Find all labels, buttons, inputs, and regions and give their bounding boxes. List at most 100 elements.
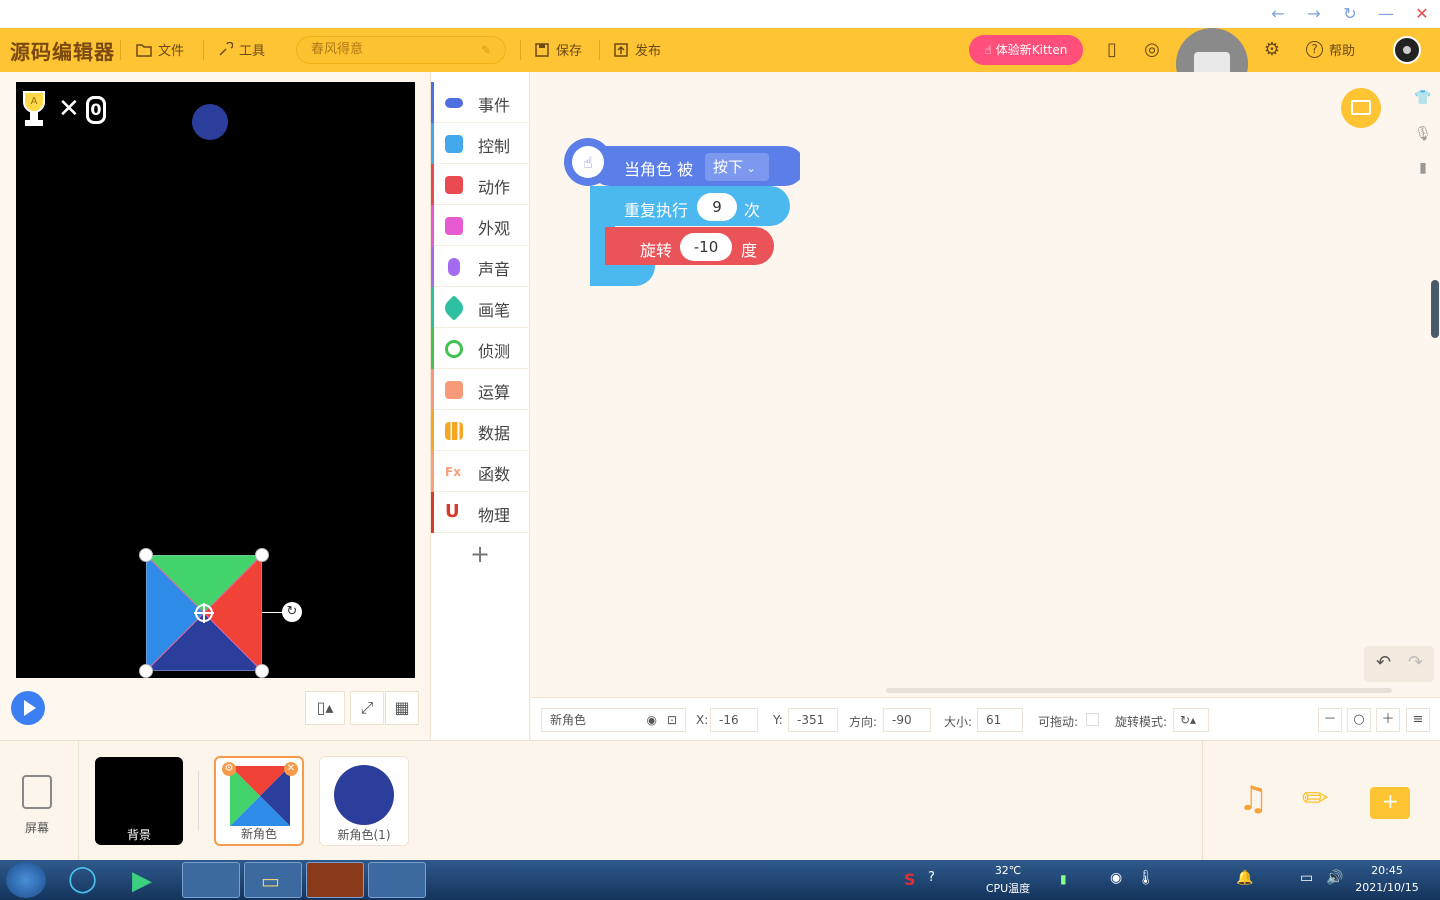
fullscreen-button[interactable]: ⤢ xyxy=(350,691,384,725)
tools-menu[interactable]: 工具 xyxy=(217,40,265,59)
sogou-input-icon[interactable]: S xyxy=(904,870,916,889)
sprite-name-input[interactable]: 新角色 ◉ ⊡ xyxy=(541,708,686,732)
category-control[interactable]: 控制 xyxy=(431,123,530,164)
save-button[interactable]: 保存 xyxy=(534,40,582,59)
zoom-reset-icon[interactable]: ○ xyxy=(1347,708,1371,732)
grid-button[interactable]: ▦ xyxy=(385,691,419,725)
mobile-icon[interactable]: ▯ xyxy=(1100,38,1124,62)
play-button[interactable] xyxy=(11,691,45,725)
vertical-scrollbar[interactable] xyxy=(1431,280,1439,338)
code-editor-taskbar-icon[interactable] xyxy=(182,862,240,898)
y-input[interactable]: -351 xyxy=(788,708,838,732)
repeat-count-input[interactable]: 9 xyxy=(697,193,737,221)
help-tray-icon[interactable]: ? xyxy=(928,870,935,885)
back-arrow-icon[interactable]: ← xyxy=(1264,2,1292,26)
minimize-icon[interactable]: — xyxy=(1372,2,1400,26)
sprite-thumb-selected[interactable]: ⚙ ✕ 新角色 xyxy=(214,756,304,846)
resize-handle[interactable] xyxy=(255,664,269,678)
sprite-settings-icon[interactable]: ⚙ xyxy=(222,762,236,776)
resize-handle[interactable] xyxy=(139,664,153,678)
stage-canvas[interactable]: A ✕ 0 ↻ xyxy=(16,82,415,678)
microphone-icon[interactable]: 🎙 xyxy=(1414,126,1432,144)
tutorial-video-button[interactable] xyxy=(1341,88,1381,128)
search-taskbar-icon[interactable]: ◯ xyxy=(56,862,106,898)
divider xyxy=(78,741,79,861)
battery-icon[interactable]: ▮ xyxy=(1060,872,1067,886)
forward-arrow-icon[interactable]: → xyxy=(1300,2,1328,26)
music-button[interactable]: ♫ xyxy=(1236,779,1276,819)
sprite-delete-icon[interactable]: ✕ xyxy=(284,762,298,776)
direction-input[interactable]: -90 xyxy=(883,708,931,732)
category-physics[interactable]: U 物理 xyxy=(431,492,530,533)
category-motion[interactable]: 动作 xyxy=(431,164,530,205)
rotation-mode-select[interactable]: ↻▴ xyxy=(1173,708,1209,732)
close-icon[interactable]: ✕ xyxy=(1408,2,1436,26)
menu-icon[interactable]: ≡ xyxy=(1406,708,1430,732)
lock-icon[interactable]: ⊡ xyxy=(667,709,677,731)
event-block[interactable]: 当角色 被 xyxy=(624,156,693,180)
trophy-icon: A xyxy=(23,91,45,126)
redo-icon[interactable]: ↷ xyxy=(1408,652,1423,673)
zoom-out-icon[interactable]: － xyxy=(1318,708,1342,732)
rotate-block[interactable]: 旋转 xyxy=(640,237,672,261)
volume-icon[interactable]: 🔊 xyxy=(1326,870,1343,886)
category-sensing[interactable]: 侦测 xyxy=(431,328,530,369)
eye-icon[interactable]: ◉ xyxy=(647,709,657,731)
selected-sprite[interactable] xyxy=(145,554,263,672)
category-functions[interactable]: Fx 函数 xyxy=(431,451,530,492)
add-folder-button[interactable]: + xyxy=(1370,787,1410,819)
file-menu[interactable]: 文件 xyxy=(136,40,184,59)
sprite-thumb-background[interactable]: 背景 xyxy=(95,757,183,845)
publish-button[interactable]: 发布 xyxy=(613,40,661,59)
display-icon[interactable]: ▭ xyxy=(1300,870,1313,886)
ball-sprite[interactable] xyxy=(192,104,228,140)
settings-icon[interactable]: ⚙ xyxy=(1260,38,1284,62)
horizontal-scrollbar[interactable] xyxy=(886,688,1392,693)
calculator-icon xyxy=(445,381,463,399)
robot-icon[interactable]: ◎ xyxy=(1140,38,1164,62)
repeat-prefix: 重复执行 xyxy=(624,201,689,220)
resize-handle[interactable] xyxy=(255,548,269,562)
screen-button[interactable]: 屏幕 xyxy=(14,771,64,841)
category-operators[interactable]: 运算 xyxy=(431,369,530,410)
user-avatar[interactable] xyxy=(1393,36,1421,64)
draw-button[interactable]: ✏ xyxy=(1300,779,1340,819)
resize-handle[interactable] xyxy=(139,548,153,562)
undo-icon[interactable]: ↶ xyxy=(1376,652,1391,673)
media-player-taskbar-icon[interactable]: ▶ xyxy=(118,862,174,898)
event-option-dropdown[interactable]: 按下 ⌄ xyxy=(705,153,769,181)
thermometer-icon[interactable]: 🌡 xyxy=(1137,870,1155,886)
category-sound[interactable]: 声音 xyxy=(431,246,530,287)
add-category-button[interactable]: + xyxy=(470,540,490,568)
network-tray-icon[interactable]: ◉ xyxy=(1110,870,1122,886)
x-input[interactable]: -16 xyxy=(710,708,758,732)
file-explorer-taskbar-icon[interactable]: ▭ xyxy=(244,862,302,898)
category-data[interactable]: 数据 xyxy=(431,410,530,451)
help-button[interactable]: ? 帮助 xyxy=(1306,40,1355,59)
pencil-icon: ✎ xyxy=(480,43,491,57)
size-input[interactable]: 61 xyxy=(977,708,1023,732)
refresh-icon[interactable]: ↻ xyxy=(1336,2,1364,26)
category-events[interactable]: 事件 xyxy=(431,82,530,123)
category-looks[interactable]: 外观 xyxy=(431,205,530,246)
tools-menu-label: 工具 xyxy=(239,44,266,59)
bell-icon[interactable]: 🔔 xyxy=(1236,870,1253,886)
sprite-thumb-ball[interactable]: 新角色(1) xyxy=(319,756,409,846)
category-pen[interactable]: 画笔 xyxy=(431,287,530,328)
project-name-input[interactable]: 春风得意 ✎ xyxy=(296,36,506,64)
chart-icon[interactable]: ▮ xyxy=(1414,160,1432,178)
rotate-handle-icon[interactable]: ↻ xyxy=(282,602,302,622)
sprite-thumb-label: 新角色 xyxy=(240,827,277,841)
zoom-in-icon[interactable]: ＋ xyxy=(1376,708,1400,732)
try-kitten-button[interactable]: ☝ 体验新Kitten xyxy=(969,35,1083,65)
rotate-value-input[interactable]: -10 xyxy=(680,233,732,261)
device-mode-button[interactable]: ▯▴ xyxy=(305,691,345,725)
category-accent xyxy=(431,287,434,328)
repeat-block[interactable]: 重复执行 xyxy=(624,197,688,221)
repeat-suffix: 次 xyxy=(744,201,761,220)
start-button[interactable] xyxy=(6,862,46,898)
paint-taskbar-icon[interactable] xyxy=(368,862,426,898)
costume-icon[interactable]: 👕 xyxy=(1414,90,1432,108)
draggable-checkbox[interactable] xyxy=(1086,713,1099,726)
game-taskbar-icon[interactable] xyxy=(306,862,364,898)
